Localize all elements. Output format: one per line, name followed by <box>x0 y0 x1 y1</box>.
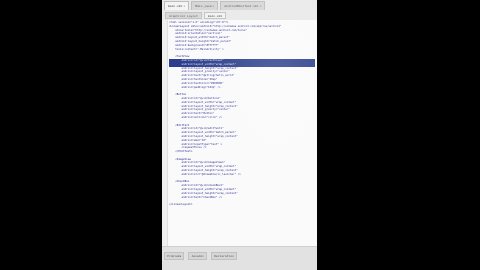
code-lines[interactable]: <?xml version="1.0" encoding="utf-8"?> <L… <box>169 21 315 207</box>
editor-tab-bar: main.xml × Main.java × AndroidManifest.xml × <box>162 1 317 10</box>
code-line[interactable]: </LinearLayout> <box>169 203 315 207</box>
close-icon[interactable]: × <box>213 2 215 10</box>
close-icon[interactable]: × <box>260 2 262 10</box>
bottom-panel: Problems Javadoc Declaration <box>162 246 317 270</box>
editor-tab[interactable]: main.xml × <box>164 1 190 10</box>
close-icon[interactable]: × <box>183 2 185 10</box>
editor-subtab[interactable]: Graphical Layout <box>165 12 202 19</box>
ide-window: main.xml × Main.java × AndroidManifest.xml × … <box>162 0 317 270</box>
bottom-tab-bar: Problems Javadoc Declaration <box>164 252 237 260</box>
code-editor[interactable]: <?xml version="1.0" encoding="utf-8"?> <L… <box>162 20 317 246</box>
editor-tab[interactable]: AndroidManifest.xml × <box>220 1 266 10</box>
editor-gutter <box>162 20 168 246</box>
editor-tab-label: AndroidManifest.xml <box>224 4 259 8</box>
editor-tab-label: Main.java <box>195 4 212 8</box>
bottom-tab[interactable]: Javadoc <box>188 252 208 260</box>
editor-tab-label: main.xml <box>168 4 183 8</box>
bottom-tab[interactable]: Problems <box>164 252 185 260</box>
editor-subtab-bar: Graphical Layout main.xml <box>162 12 317 19</box>
bottom-tab[interactable]: Declaration <box>211 252 237 260</box>
editor-subtab[interactable]: main.xml <box>203 12 227 19</box>
editor-tab[interactable]: Main.java × <box>191 1 219 10</box>
